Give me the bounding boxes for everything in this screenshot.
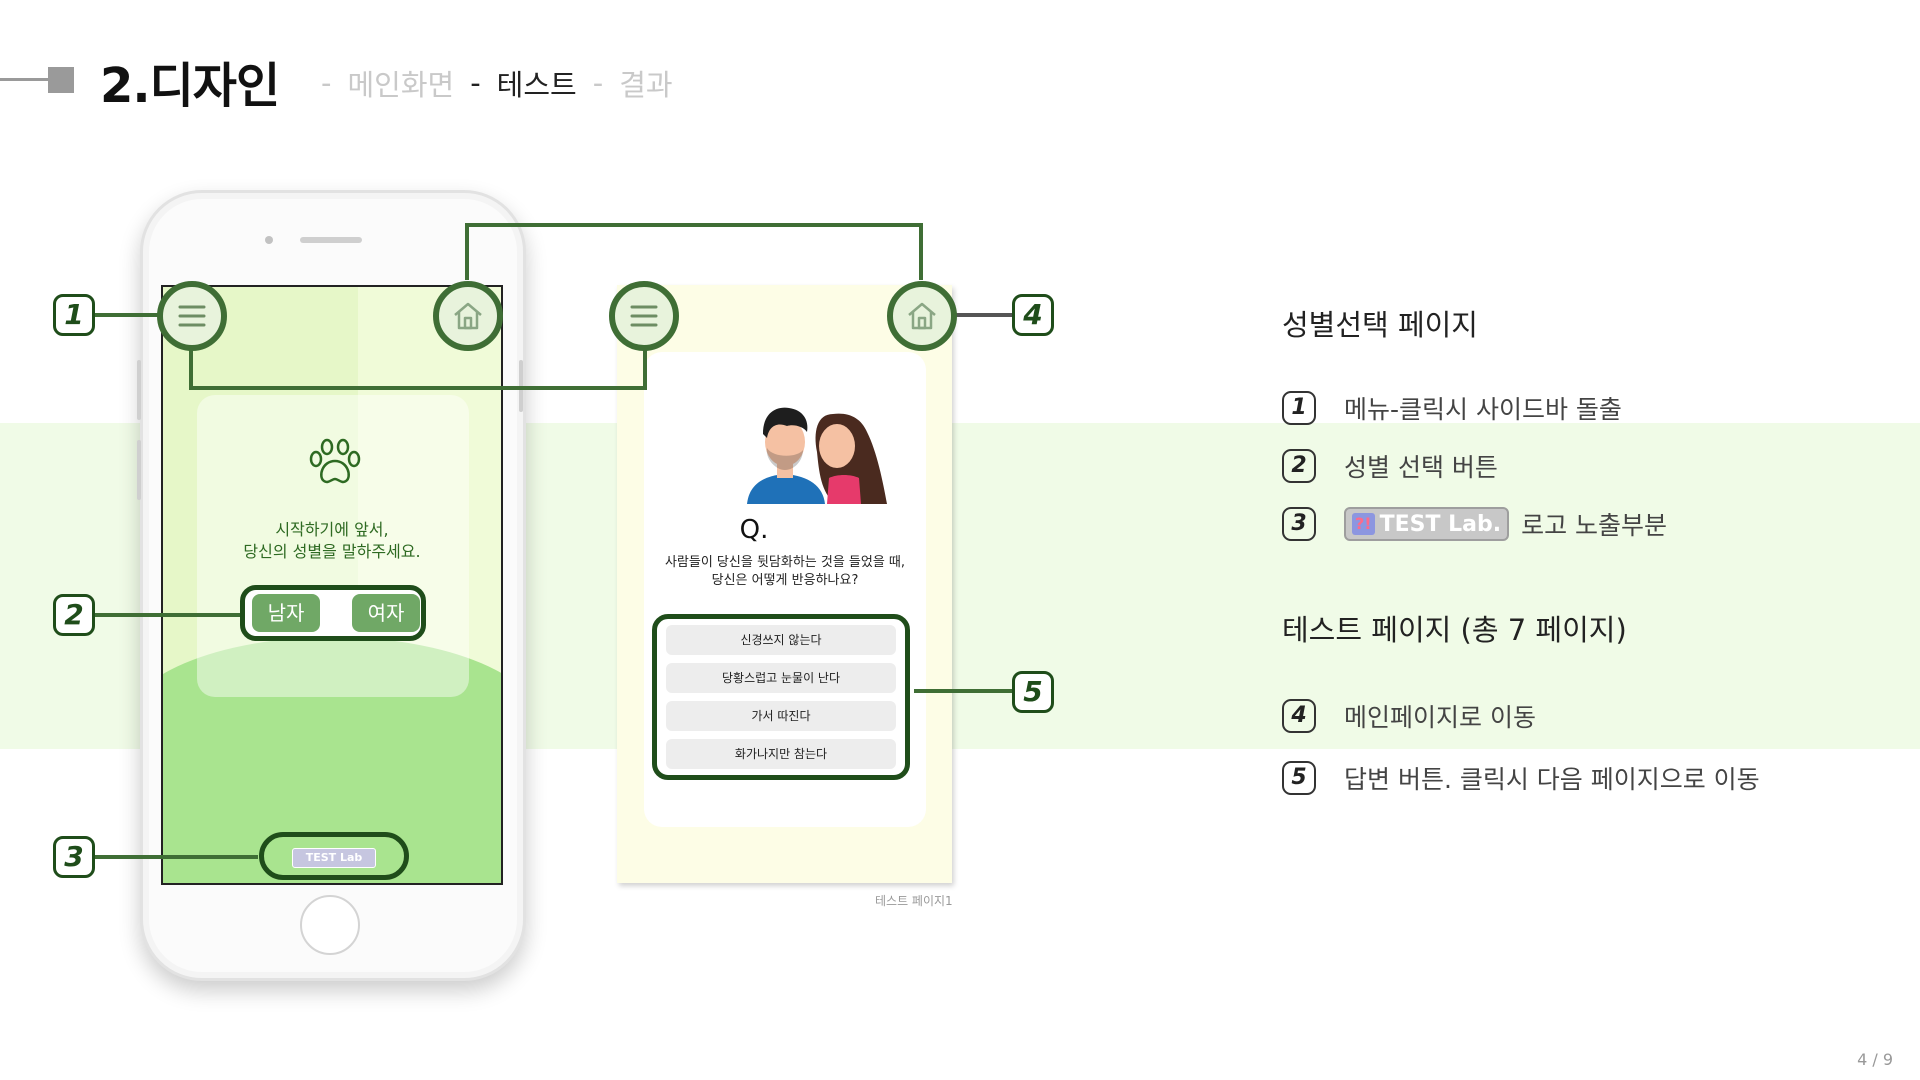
logo-mark: ?! (1352, 513, 1375, 535)
desc-number: 1 (1282, 391, 1316, 425)
desc-number: 4 (1282, 699, 1316, 733)
menu-icon (630, 305, 658, 327)
desc-item-3: 3 ?! TEST Lab. 로고 노출부분 (1282, 506, 1667, 542)
desc-number: 3 (1282, 507, 1316, 541)
callout-4: 4 (1012, 294, 1054, 336)
page-number: 4 / 9 (1857, 1050, 1893, 1069)
callout-2: 2 (53, 594, 95, 636)
callout-5: 5 (1012, 671, 1054, 713)
menu-icon (178, 305, 206, 327)
desc-item-1: 1 메뉴-클릭시 사이드바 돌출 (1282, 390, 1622, 426)
callout-1: 1 (53, 294, 95, 336)
desc-text: 성별 선택 버튼 (1344, 453, 1498, 482)
test-lab-logo-badge: ?! TEST Lab. (1344, 507, 1510, 541)
desc-text: 로고 노출부분 (1521, 511, 1668, 540)
desc-item-2: 2 성별 선택 버튼 (1282, 448, 1498, 484)
desc-text: 메인페이지로 이동 (1344, 703, 1536, 732)
desc-item-4: 4 메인페이지로 이동 (1282, 698, 1536, 734)
callout-3: 3 (53, 836, 95, 878)
logo-text: TEST Lab. (1379, 511, 1502, 537)
section-title-test: 테스트 페이지 (총 7 페이지) (1282, 613, 1627, 647)
menu-icon[interactable] (157, 281, 227, 351)
desc-text: 메뉴-클릭시 사이드바 돌출 (1344, 395, 1622, 424)
home-icon (908, 302, 936, 330)
home-icon[interactable] (887, 281, 957, 351)
section-title-gender: 성별선택 페이지 (1282, 308, 1478, 342)
home-icon[interactable] (433, 281, 503, 351)
home-icon (454, 302, 482, 330)
menu-icon[interactable] (609, 281, 679, 351)
desc-number: 2 (1282, 449, 1316, 483)
desc-number: 5 (1282, 761, 1316, 795)
desc-item-5: 5 답변 버튼. 클릭시 다음 페이지으로 이동 (1282, 760, 1760, 796)
desc-text: 답변 버튼. 클릭시 다음 페이지으로 이동 (1344, 765, 1760, 794)
